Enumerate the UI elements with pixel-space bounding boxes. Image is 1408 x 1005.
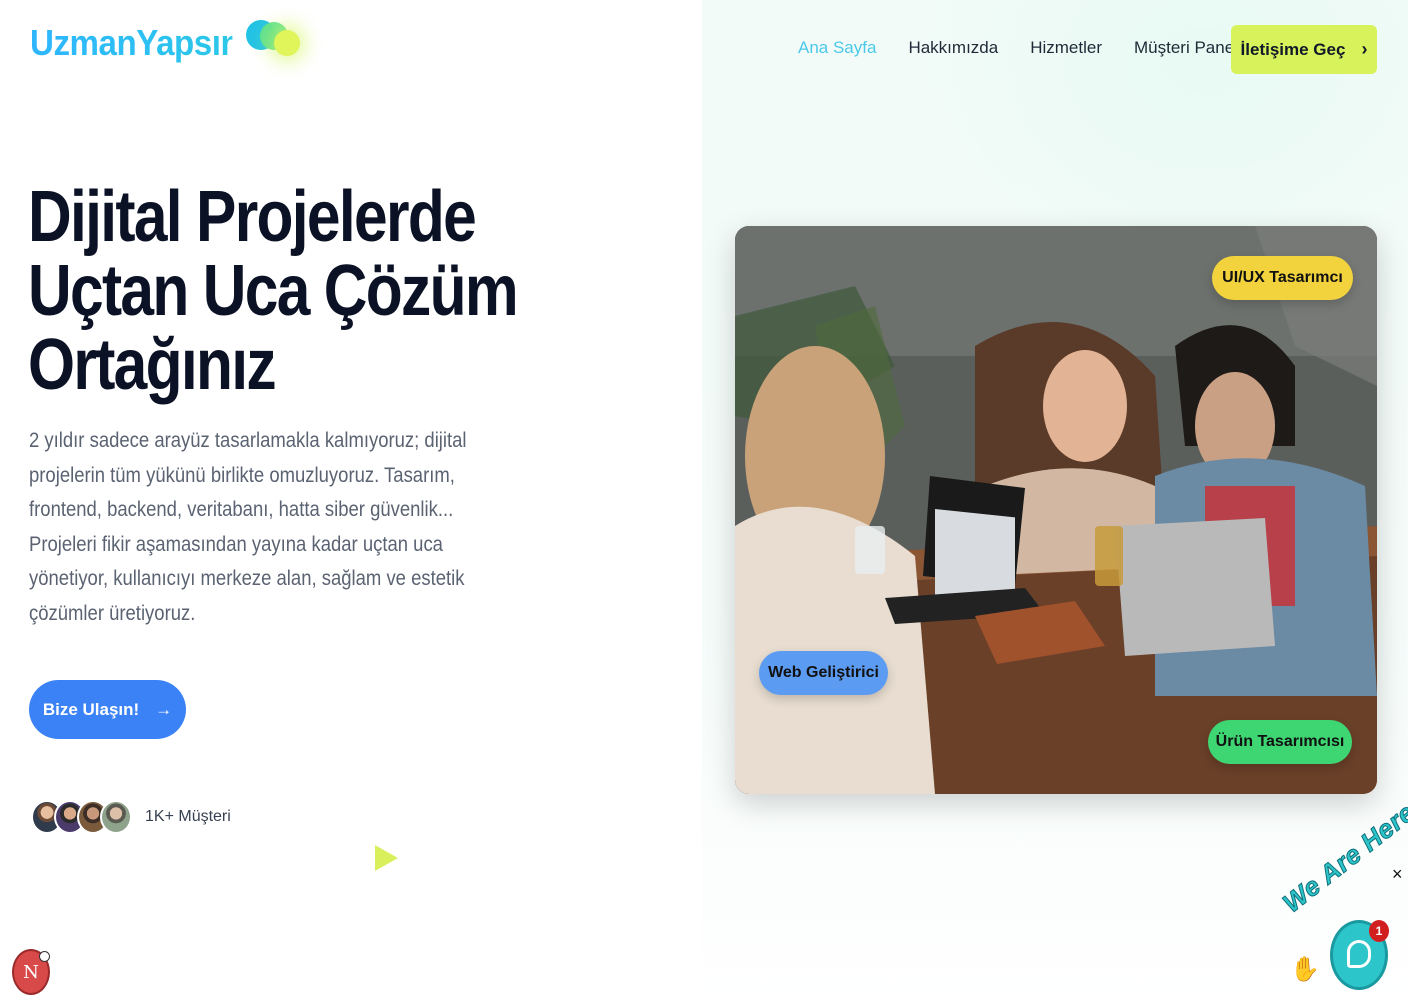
contact-cta-button[interactable]: İletişime Geç › (1231, 25, 1377, 74)
customer-count-label: 1K+ Müşteri (145, 808, 231, 825)
contact-us-button[interactable]: Bize Ulaşın! → (29, 680, 186, 739)
chat-bubble-icon (1347, 940, 1371, 968)
contact-us-label: Bize Ulaşın! (42, 699, 140, 719)
hero-description: 2 yıldır sadece arayüz tasarlamakla kalm… (29, 429, 467, 625)
hero-title-line: Ortağınız (28, 325, 277, 405)
hero-title: Dijital Projelerde Uçtan Uca Çözüm Ortağ… (28, 180, 588, 402)
arrow-right-icon: → (155, 699, 173, 719)
avatar (100, 800, 132, 834)
decorative-arrow-icon (375, 845, 398, 871)
waving-hand-icon: ✋ (1290, 956, 1320, 983)
chat-unread-badge: 1 (1369, 920, 1389, 942)
team-photo-illustration (735, 226, 1377, 794)
nav-item-home[interactable]: Ana Sayfa (798, 38, 876, 58)
contact-cta-label: İletişime Geç (1240, 39, 1346, 59)
hero-team-photo (735, 226, 1377, 794)
n-widget-indicator (39, 951, 50, 962)
web-developer-badge: Web Geliştirici (759, 651, 888, 695)
customer-avatars: 1K+ Müşteri (31, 800, 231, 834)
brand-name: UzmanYapsın (30, 22, 241, 63)
brand-logo[interactable]: UzmanYapsın (30, 20, 306, 64)
nav-item-services[interactable]: Hizmetler (1030, 38, 1102, 58)
close-chat-icon[interactable]: × (1392, 864, 1403, 885)
logo-circles-icon (240, 14, 306, 64)
nav-item-customer-panel[interactable]: Müşteri Paneli (1134, 38, 1242, 58)
main-nav: Ana Sayfa Hakkımızda Hizmetler Müşteri P… (798, 38, 1242, 58)
chevron-right-icon: › (1361, 39, 1368, 59)
hero-title-line: Uçtan Uca Çözüm (28, 251, 519, 331)
hero-title-line: Dijital Projelerde (28, 177, 477, 257)
uiux-designer-badge: UI/UX Tasarımcı (1212, 256, 1353, 300)
nav-item-about[interactable]: Hakkımızda (908, 38, 998, 58)
product-designer-badge: Ürün Tasarımcısı (1208, 720, 1352, 764)
